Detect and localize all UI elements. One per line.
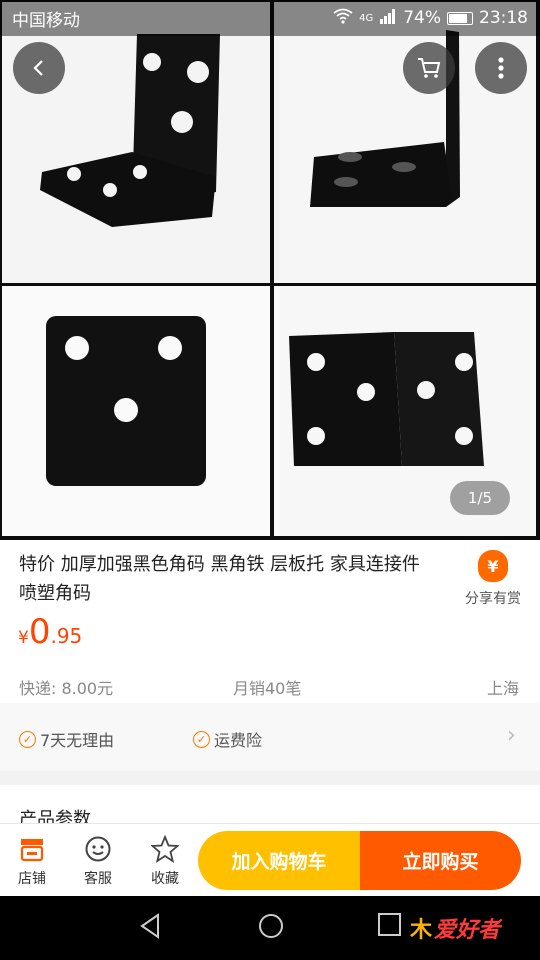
- customer-service-button[interactable]: 客服: [70, 834, 126, 888]
- check-circle-icon: ✓: [19, 730, 36, 748]
- share-reward-button[interactable]: ¥ 分享有赏: [458, 550, 528, 608]
- guarantee-shipping-insurance: ✓ 运费险: [193, 727, 262, 751]
- watermark-logo-mark: 木: [410, 918, 433, 943]
- battery-percent: 74%: [403, 8, 441, 28]
- product-image-gallery[interactable]: [0, 0, 540, 540]
- system-navigation-bar: 木爱好者: [0, 896, 540, 960]
- ship-location: 上海: [487, 679, 520, 698]
- store-button[interactable]: 店铺: [4, 834, 60, 888]
- monthly-sales: 月销40笔: [233, 679, 302, 698]
- customer-service-label: 客服: [84, 871, 112, 887]
- nav-back-button[interactable]: [138, 912, 162, 944]
- back-chevron-icon: [33, 60, 43, 76]
- more-button[interactable]: [475, 42, 527, 94]
- battery-icon: [447, 11, 473, 25]
- carrier-label: 中国移动: [12, 10, 80, 31]
- product-title: 特价 加厚加强黑色角码 黑角铁 层板托 家具连接件 喷塑角码: [19, 554, 420, 604]
- share-reward-label: 分享有赏: [465, 591, 521, 607]
- image-pager-indicator: 1/5: [450, 481, 510, 515]
- status-bar: 中国移动 4G 74% 23:18: [0, 0, 540, 36]
- product-photo-angle-front: [2, 286, 270, 536]
- service-guarantees-row[interactable]: ✓ 7天无理由 ✓ 运费险 ›: [0, 703, 540, 771]
- watermark-logo: 木爱好者: [410, 912, 500, 944]
- product-price: ¥0.95: [18, 612, 82, 652]
- cart-button[interactable]: [403, 42, 455, 94]
- square-recents-icon: [378, 913, 401, 936]
- guarantee-7-day-return: ✓ 7天无理由: [19, 727, 114, 751]
- watermark-logo-text: 爱好者: [434, 918, 501, 943]
- customer-service-icon: [70, 834, 126, 864]
- bottom-action-bar: 店铺 客服 收藏 加入购物车 立即购买: [0, 823, 540, 896]
- signal-icon: [379, 8, 397, 29]
- network-type: 4G: [359, 12, 374, 24]
- nav-recents-button[interactable]: [377, 912, 403, 942]
- price-decimal: .95: [50, 624, 83, 648]
- more-vertical-icon: [498, 57, 504, 79]
- store-icon: [4, 834, 60, 864]
- back-button[interactable]: [13, 42, 65, 94]
- price-symbol: ¥: [18, 628, 29, 648]
- money-bag-icon: ¥: [478, 550, 508, 582]
- store-label: 店铺: [18, 871, 46, 887]
- price-integer: 0: [28, 612, 51, 652]
- star-icon: [137, 834, 193, 864]
- add-to-cart-button[interactable]: 加入购物车: [198, 831, 360, 890]
- nav-home-button[interactable]: [257, 912, 285, 944]
- wifi-icon: [333, 8, 353, 29]
- circle-home-icon: [259, 914, 283, 938]
- guarantee-label: 运费险: [214, 731, 263, 750]
- product-info-section: 特价 加厚加强黑色角码 黑角铁 层板托 家具连接件 喷塑角码 ¥ 分享有赏 ¥0…: [0, 540, 540, 703]
- chevron-right-icon: ›: [507, 723, 516, 748]
- cart-icon: [418, 58, 441, 78]
- buy-now-button[interactable]: 立即购买: [360, 831, 521, 890]
- check-circle-icon: ✓: [193, 730, 210, 748]
- favorite-label: 收藏: [151, 871, 179, 887]
- clock: 23:18: [479, 8, 528, 28]
- shipping-fee: 快递: 8.00元: [19, 679, 114, 698]
- triangle-back-icon: [140, 913, 159, 939]
- guarantee-label: 7天无理由: [40, 731, 115, 750]
- favorite-button[interactable]: 收藏: [137, 834, 193, 888]
